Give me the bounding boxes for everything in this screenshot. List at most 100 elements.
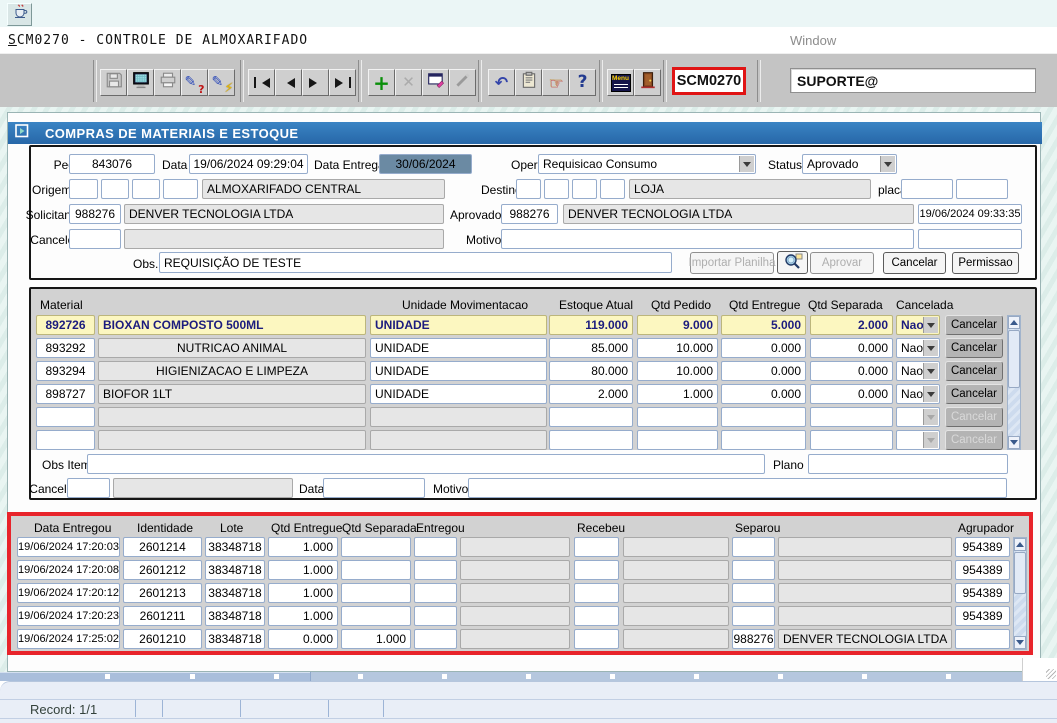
cancelou-data-field[interactable]: [918, 229, 1022, 249]
permissions-hand-button[interactable]: ☞: [542, 69, 569, 96]
qtd-separada-cell[interactable]: [810, 430, 893, 450]
recebeu-code-cell[interactable]: [574, 560, 619, 580]
lote-cell[interactable]: 38348718: [205, 560, 265, 580]
separou-code-cell[interactable]: [732, 583, 775, 603]
solicitante-code-field[interactable]: 988276: [69, 204, 121, 224]
agrupador-cell[interactable]: 954389: [955, 606, 1010, 626]
lote-cell[interactable]: 38348718: [205, 583, 265, 603]
estoque-cell[interactable]: [549, 407, 633, 427]
data-entregou-cell[interactable]: 19/06/2024 17:20:23: [17, 606, 120, 626]
separou-code-cell[interactable]: [732, 537, 775, 557]
origem-code-2[interactable]: [101, 179, 129, 199]
entregou-code-cell[interactable]: [414, 537, 457, 557]
identidade-cell[interactable]: 2601210: [123, 629, 202, 649]
recebeu-code-cell[interactable]: [574, 583, 619, 603]
qtd-separada-cell[interactable]: [341, 560, 411, 580]
qtd-separada-cell[interactable]: 0.000: [810, 338, 893, 358]
next-record-button[interactable]: [302, 69, 329, 96]
qtd-entregue-cell[interactable]: 1.000: [268, 537, 338, 557]
search-button[interactable]: [777, 251, 808, 274]
user-field[interactable]: SUPORTE@: [790, 68, 1036, 93]
qtd-pedido-cell[interactable]: [637, 430, 718, 450]
entregou-code-cell[interactable]: [414, 629, 457, 649]
qtd-entregue-cell[interactable]: 1.000: [268, 606, 338, 626]
chevron-down-icon[interactable]: [880, 156, 895, 172]
destino-code-4[interactable]: [600, 179, 625, 199]
pedido-field[interactable]: 843076: [69, 154, 155, 174]
qtd-entregue-cell[interactable]: 0.000: [721, 384, 806, 404]
data-entregou-cell[interactable]: 19/06/2024 17:20:12: [17, 583, 120, 603]
deliveries-scrollbar[interactable]: [1013, 537, 1027, 650]
paste-button[interactable]: [515, 69, 542, 96]
qtd-separada-cell[interactable]: 2.000: [810, 315, 893, 335]
qtd-separada-cell[interactable]: [810, 407, 893, 427]
qtd-entregue-cell[interactable]: 0.000: [268, 629, 338, 649]
scroll-down-icon[interactable]: [1014, 636, 1026, 649]
agrupador-cell[interactable]: [955, 629, 1010, 649]
enter-query-button[interactable]: ✎ ?: [181, 69, 208, 96]
scroll-up-icon[interactable]: [1014, 538, 1026, 551]
material-code-cell[interactable]: 892726: [36, 315, 95, 335]
destino-code-1[interactable]: [516, 179, 541, 199]
first-record-button[interactable]: [248, 69, 275, 96]
qtd-pedido-cell[interactable]: 10.000: [637, 361, 718, 381]
chevron-down-icon[interactable]: [739, 156, 754, 172]
material-code-cell[interactable]: [36, 430, 95, 450]
qtd-separada-cell[interactable]: [341, 537, 411, 557]
cancelar-button[interactable]: Cancelar: [883, 252, 946, 274]
query-window-button[interactable]: [422, 69, 449, 96]
qtd-separada-cell[interactable]: 1.000: [341, 629, 411, 649]
java-applet-button[interactable]: [7, 3, 32, 26]
data-entregou-cell[interactable]: 19/06/2024 17:20:03: [17, 537, 120, 557]
origem-code-4[interactable]: [163, 179, 198, 199]
estoque-cell[interactable]: [549, 430, 633, 450]
material-unit-cell[interactable]: UNIDADE: [370, 338, 547, 358]
qtd-entregue-cell[interactable]: 0.000: [721, 338, 806, 358]
agrupador-cell[interactable]: 954389: [955, 583, 1010, 603]
identidade-cell[interactable]: 2601213: [123, 583, 202, 603]
chevron-down-icon[interactable]: [923, 386, 938, 402]
estoque-cell[interactable]: 80.000: [549, 361, 633, 381]
placa-field-1[interactable]: [901, 179, 953, 199]
destino-code-2[interactable]: [544, 179, 569, 199]
lote-cell[interactable]: 38348718: [205, 629, 265, 649]
data-entrega-field[interactable]: 30/06/2024: [379, 154, 472, 174]
identidade-cell[interactable]: 2601211: [123, 606, 202, 626]
scroll-up-icon[interactable]: [1008, 316, 1020, 329]
permissao-button[interactable]: Permissao: [952, 252, 1019, 274]
operacao-dropdown[interactable]: Requisicao Consumo: [538, 154, 756, 174]
undo-button[interactable]: ↶: [488, 69, 515, 96]
horizontal-splitter[interactable]: [0, 672, 1022, 681]
agrupador-cell[interactable]: 954389: [955, 537, 1010, 557]
estoque-cell[interactable]: 119.000: [549, 315, 633, 335]
cancelada-dropdown[interactable]: Nao: [896, 315, 940, 335]
placa-field-2[interactable]: [956, 179, 1008, 199]
qtd-pedido-cell[interactable]: [637, 407, 718, 427]
resize-grip[interactable]: [1022, 658, 1057, 681]
agrupador-cell[interactable]: 954389: [955, 560, 1010, 580]
qtd-pedido-cell[interactable]: 10.000: [637, 338, 718, 358]
data-field[interactable]: 19/06/2024 09:29:04: [189, 154, 308, 174]
qtd-entregue-cell[interactable]: 0.000: [721, 361, 806, 381]
material-code-cell[interactable]: 893292: [36, 338, 95, 358]
chevron-down-icon[interactable]: [923, 340, 938, 356]
item-motivo-field[interactable]: [468, 478, 1007, 498]
row-cancel-button[interactable]: Cancelar: [945, 361, 1003, 381]
aprovador-code-field[interactable]: 988276: [501, 204, 558, 224]
recebeu-code-cell[interactable]: [574, 629, 619, 649]
menu-button[interactable]: Menu: [607, 69, 634, 96]
estoque-cell[interactable]: 85.000: [549, 338, 633, 358]
recebeu-code-cell[interactable]: [574, 606, 619, 626]
separou-code-cell[interactable]: [732, 560, 775, 580]
separou-code-cell[interactable]: [732, 606, 775, 626]
lote-cell[interactable]: 38348718: [205, 537, 265, 557]
qtd-separada-cell[interactable]: [341, 606, 411, 626]
origem-code-3[interactable]: [132, 179, 160, 199]
lote-cell[interactable]: 38348718: [205, 606, 265, 626]
obs-item-field[interactable]: [87, 454, 765, 474]
cancelada-dropdown[interactable]: Nao: [896, 338, 940, 358]
cancelada-dropdown[interactable]: Nao: [896, 384, 940, 404]
identidade-cell[interactable]: 2601214: [123, 537, 202, 557]
splitter-thumb[interactable]: [0, 672, 311, 681]
qtd-entregue-cell[interactable]: 1.000: [268, 583, 338, 603]
